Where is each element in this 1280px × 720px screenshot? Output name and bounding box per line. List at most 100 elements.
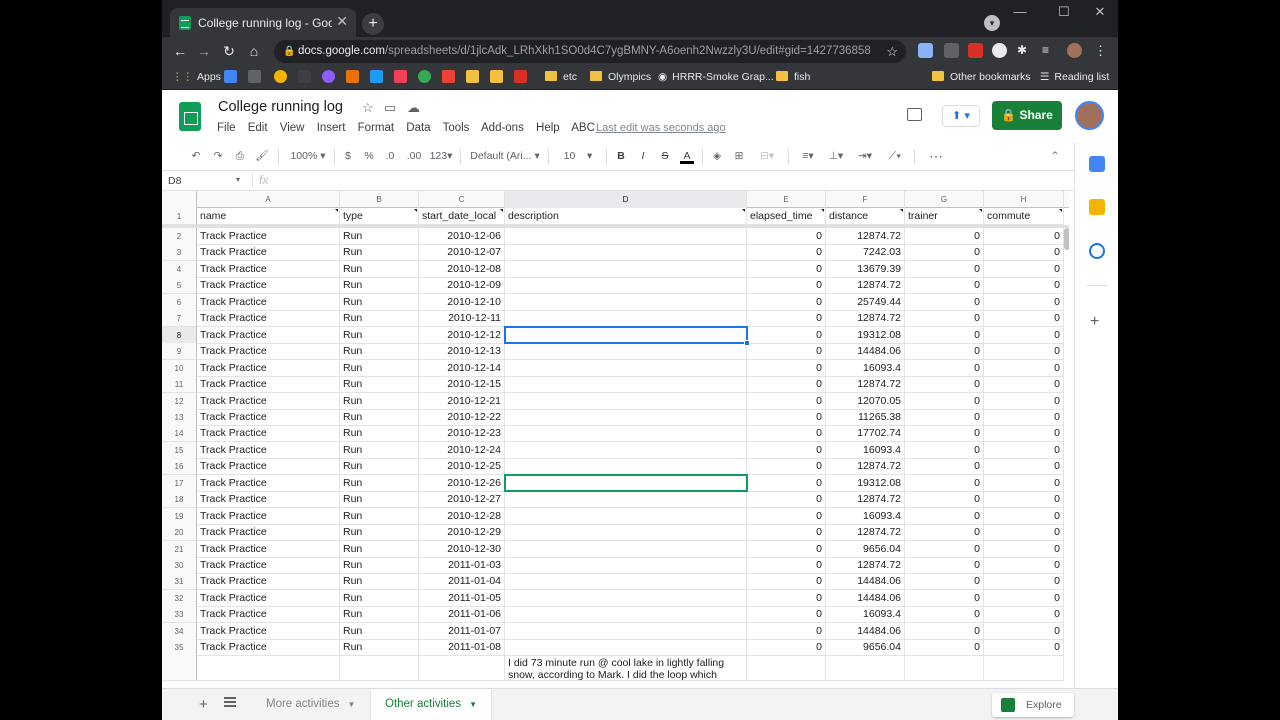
cell-commute[interactable]: 0 [984, 228, 1064, 245]
menu-data[interactable]: Data [406, 122, 430, 134]
column-title-description[interactable]: description [505, 208, 747, 225]
cell-trainer[interactable]: 0 [905, 491, 984, 509]
present-button[interactable]: ⬆ ▾ [942, 105, 980, 127]
column-header-a[interactable]: A [197, 191, 340, 208]
decrease-decimal-button[interactable]: .0 [382, 149, 398, 164]
cell-elapsed[interactable]: 0 [747, 507, 826, 525]
cell-trainer[interactable]: 0 [905, 244, 984, 262]
row-number[interactable]: 13 [162, 408, 197, 426]
bookmark-pin-icon[interactable] [442, 70, 455, 83]
bookmark-reddit-icon[interactable] [514, 70, 527, 83]
cell-distance[interactable]: 17702.74 [826, 425, 905, 443]
cell-type[interactable]: Run [340, 293, 419, 311]
cell-trainer[interactable]: 0 [905, 606, 984, 624]
strikethrough-button[interactable]: S [658, 149, 672, 164]
cell-elapsed[interactable]: 0 [747, 359, 826, 377]
row-number[interactable]: 5 [162, 277, 197, 295]
cell-commute[interactable]: 0 [984, 507, 1064, 525]
cell-type[interactable]: Run [340, 589, 419, 607]
cell-name[interactable]: Track Practice [197, 310, 340, 328]
back-arrow-icon[interactable]: ← [170, 41, 190, 61]
cell-type[interactable]: Run [340, 310, 419, 328]
row-number[interactable]: 8 [162, 326, 197, 344]
cell-elapsed[interactable]: 0 [747, 425, 826, 443]
cell-name[interactable]: Track Practice [197, 622, 340, 640]
cell-type[interactable]: Run [340, 557, 419, 574]
cell-trainer[interactable]: 0 [905, 540, 984, 558]
cell-elapsed[interactable]: 0 [747, 343, 826, 361]
extension-pdf-icon[interactable] [968, 43, 983, 58]
row-number[interactable]: 2 [162, 228, 197, 245]
cell-commute[interactable]: 0 [984, 408, 1064, 426]
cell-date[interactable]: 2010-12-07 [419, 244, 505, 262]
keep-icon[interactable] [1089, 199, 1105, 215]
cell-elapsed[interactable]: 0 [747, 260, 826, 278]
cell-distance[interactable]: 9656.04 [826, 540, 905, 558]
collapse-menus-icon[interactable]: ⌃ [1048, 149, 1062, 164]
cell-description[interactable] [505, 425, 747, 443]
row-number[interactable]: 20 [162, 524, 197, 542]
bookmark-folder-icon[interactable] [490, 70, 503, 83]
paint-format-icon[interactable]: 🖌 [254, 149, 270, 164]
cell-commute[interactable]: 0 [984, 589, 1064, 607]
cell-description[interactable] [505, 557, 747, 574]
cell-name[interactable]: Track Practice [197, 540, 340, 558]
font-size-select[interactable]: 10 ▾ [556, 149, 600, 164]
get-addons-icon[interactable]: + [1090, 313, 1099, 331]
cell-date[interactable]: 2010-12-15 [419, 376, 505, 394]
cell-elapsed[interactable]: 0 [747, 277, 826, 295]
cell-type[interactable]: Run [340, 260, 419, 278]
column-title-trainer[interactable]: trainer [905, 208, 984, 225]
browser-tab-active[interactable]: College running log - Google Sh ✕ [170, 8, 356, 37]
cell-distance[interactable]: 11265.38 [826, 408, 905, 426]
cell-name[interactable]: Track Practice [197, 524, 340, 542]
cell-name[interactable]: Track Practice [197, 491, 340, 509]
cell-description[interactable] [505, 589, 747, 607]
horizontal-align-icon[interactable]: ≡▾ [796, 149, 820, 164]
row-number[interactable]: 21 [162, 540, 197, 558]
share-button[interactable]: 🔒 Share [992, 101, 1062, 130]
cell-distance[interactable]: 12874.72 [826, 524, 905, 542]
row-number[interactable]: 4 [162, 260, 197, 278]
cell-commute[interactable]: 0 [984, 622, 1064, 640]
italic-button[interactable]: I [636, 149, 650, 164]
bookmark-apps[interactable]: ⋮⋮ Apps [172, 70, 221, 85]
cell-elapsed[interactable]: 0 [747, 491, 826, 509]
reading-queue-icon[interactable]: ≡ [1042, 43, 1057, 58]
row-number[interactable]: 33 [162, 606, 197, 624]
cell-commute[interactable]: 0 [984, 392, 1064, 410]
cell-trainer[interactable]: 0 [905, 458, 984, 476]
cell-date[interactable]: 2010-12-08 [419, 260, 505, 278]
grid-cell[interactable] [905, 654, 984, 681]
cell-name[interactable]: Track Practice [197, 589, 340, 607]
cell-date[interactable]: 2010-12-06 [419, 228, 505, 245]
cell-date[interactable]: 2010-12-27 [419, 491, 505, 509]
cell-elapsed[interactable]: 0 [747, 376, 826, 394]
column-header-g[interactable]: G [905, 191, 984, 208]
menu-format[interactable]: Format [358, 122, 394, 134]
grid-cell[interactable] [197, 654, 340, 681]
cell-type[interactable]: Run [340, 507, 419, 525]
bookmark-messenger-icon[interactable] [322, 70, 335, 83]
cell-type[interactable]: Run [340, 573, 419, 591]
bookmark-folder-icon[interactable] [466, 70, 479, 83]
cell-trainer[interactable]: 0 [905, 228, 984, 245]
cell-commute[interactable]: 0 [984, 260, 1064, 278]
cell-distance[interactable]: 13679.39 [826, 260, 905, 278]
all-sheets-list-icon[interactable] [224, 697, 236, 707]
bookmark-twitter-icon[interactable] [370, 70, 383, 83]
cell-description[interactable] [505, 359, 747, 377]
cell-trainer[interactable]: 0 [905, 277, 984, 295]
cell-distance[interactable]: 14484.06 [826, 573, 905, 591]
currency-format-button[interactable]: $ [342, 149, 354, 164]
grid-cell[interactable] [984, 654, 1064, 681]
extension-docs-icon[interactable] [918, 43, 933, 58]
tasks-icon[interactable] [1089, 243, 1105, 259]
cell-distance[interactable]: 14484.06 [826, 589, 905, 607]
row-number[interactable]: 31 [162, 573, 197, 591]
cell-distance[interactable]: 12874.72 [826, 557, 905, 574]
cell-description[interactable] [505, 622, 747, 640]
cell-name[interactable]: Track Practice [197, 326, 340, 344]
cell-date[interactable]: 2011-01-03 [419, 557, 505, 574]
column-header-b[interactable]: B [340, 191, 419, 208]
